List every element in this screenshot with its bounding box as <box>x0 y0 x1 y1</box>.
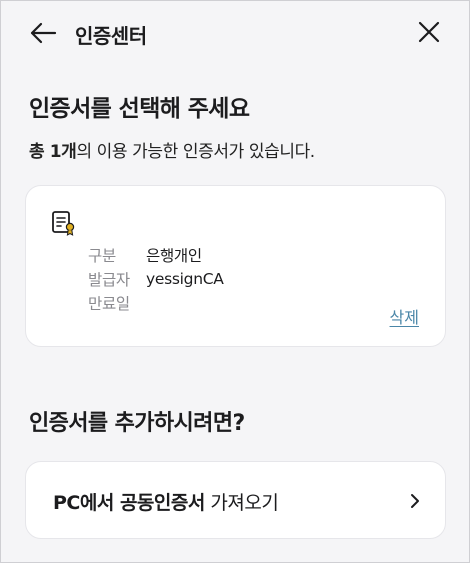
delete-certificate-link[interactable]: 삭제 <box>390 304 419 328</box>
chevron-right-icon <box>409 492 421 510</box>
detail-label: 구분 <box>88 247 116 265</box>
certificate-count-summary: 총 1개의 이용 가능한 인증서가 있습니다. <box>29 137 315 162</box>
detail-label: 발급자 <box>88 271 130 289</box>
import-label: PC에서 공동인증서 가져오기 <box>53 488 279 515</box>
certificate-icon <box>51 210 77 236</box>
arrow-left-icon <box>30 22 57 44</box>
import-label-rest: 가져오기 <box>204 492 279 514</box>
import-label-bold: PC에서 공동인증서 <box>53 492 205 514</box>
header: 인증센터 <box>1 1 469 65</box>
summary-text: 의 이용 가능한 인증서가 있습니다. <box>76 142 315 162</box>
close-button[interactable] <box>417 20 441 44</box>
close-icon <box>418 21 440 43</box>
back-button[interactable] <box>29 21 57 45</box>
certificate-details: 구분 은행개인 발급자 yessignCA 만료일 <box>88 243 224 315</box>
header-title: 인증센터 <box>75 24 147 48</box>
certificate-card[interactable]: 구분 은행개인 발급자 yessignCA 만료일 삭제 <box>25 185 446 347</box>
detail-value: 은행개인 <box>146 247 202 265</box>
detail-row-type: 구분 은행개인 <box>88 243 224 267</box>
certificate-count: 총 1개 <box>29 142 77 162</box>
page-heading: 인증서를 선택해 주세요 <box>29 96 250 122</box>
detail-row-issuer: 발급자 yessignCA <box>88 267 224 291</box>
detail-row-expiry: 만료일 <box>88 291 224 315</box>
add-certificate-heading: 인증서를 추가하시려면? <box>29 411 245 436</box>
detail-label: 만료일 <box>88 295 130 313</box>
app-frame: 인증센터 인증서를 선택해 주세요 총 1개의 이용 가능한 인증서가 있습니다… <box>0 0 470 563</box>
detail-value: yessignCA <box>146 270 224 288</box>
import-from-pc-button[interactable]: PC에서 공동인증서 가져오기 <box>25 461 446 539</box>
